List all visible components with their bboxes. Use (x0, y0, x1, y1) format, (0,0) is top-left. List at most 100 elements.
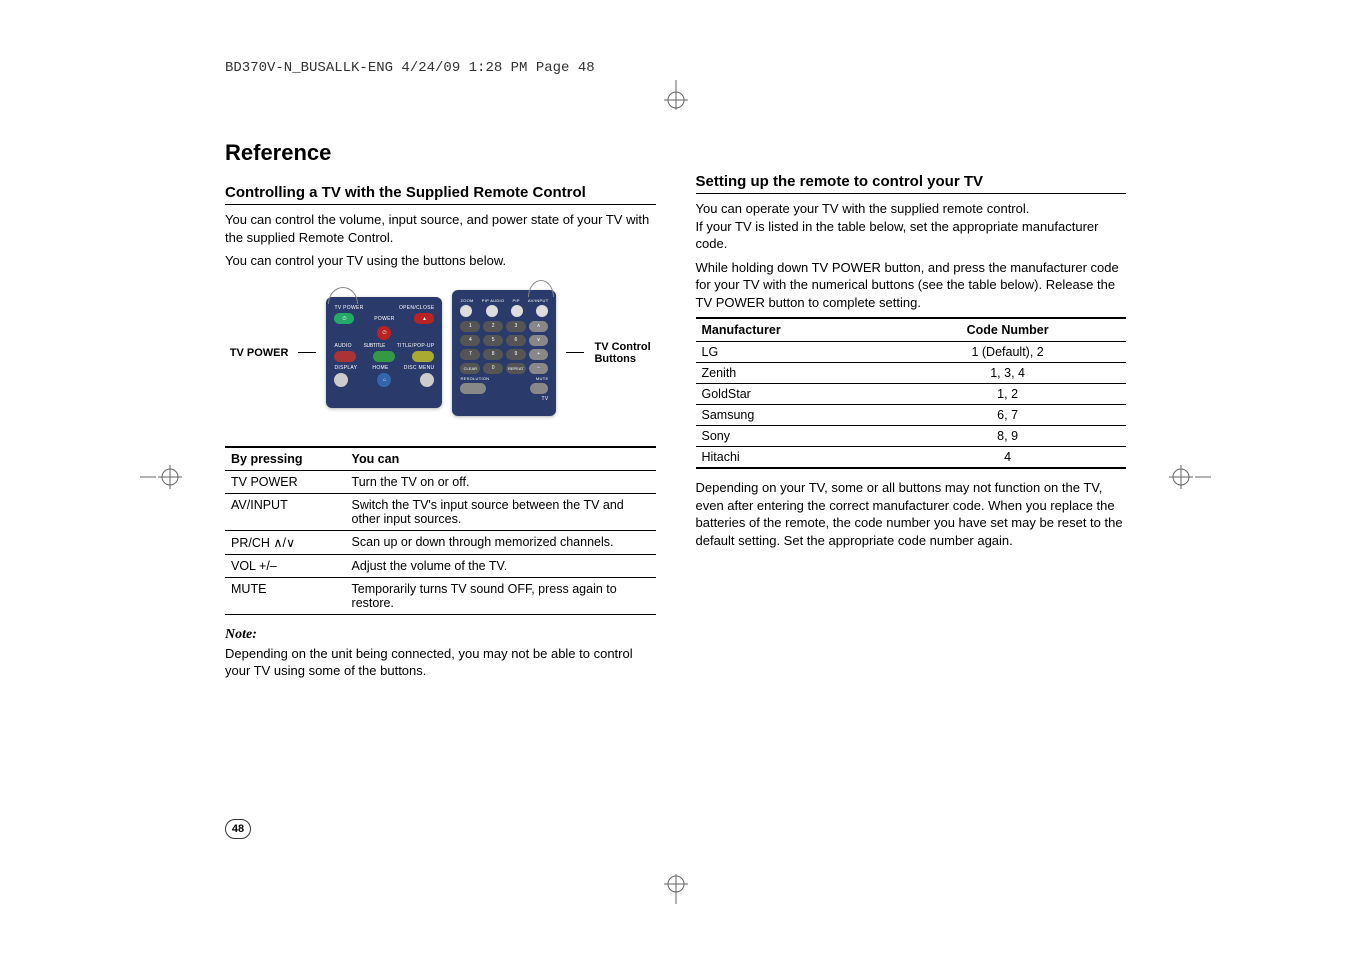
code-header-num: Code Number (889, 318, 1126, 342)
num-6-icon: 6 (506, 335, 526, 346)
avinput-btn-icon (536, 305, 548, 317)
functions-header-1: By pressing (225, 447, 346, 471)
code-row: Sony8, 9 (696, 426, 1127, 447)
code-cell: 1, 3, 4 (889, 363, 1126, 384)
num-3-icon: 3 (506, 321, 526, 332)
code-header-mfr: Manufacturer (696, 318, 890, 342)
open-close-button-icon: ▲ (414, 313, 434, 324)
page-number: 48 (225, 819, 251, 839)
highlight-arc-right (528, 280, 554, 297)
func-row: TV POWERTurn the TV on or off. (225, 470, 656, 493)
intro-paragraph-1: You can control the volume, input source… (225, 211, 656, 246)
highlight-arc-left (328, 287, 358, 304)
code-cell: 4 (889, 447, 1126, 469)
func-cell: Adjust the volume of the TV. (346, 554, 656, 577)
r1-subtitle: SUBTITLE (364, 343, 386, 349)
mute-btn-icon (530, 383, 548, 394)
r2-mute: MUTE (536, 376, 549, 381)
r2-resolution: RESOLUTION (460, 376, 489, 381)
func-cell: Temporarily turns TV sound OFF, press ag… (346, 577, 656, 614)
code-cell: LG (696, 342, 890, 363)
func-row: AV/INPUTSwitch the TV's input source bet… (225, 493, 656, 530)
home-btn-icon: ⌂ (377, 373, 391, 387)
tv-control-line1: TV Control (594, 341, 650, 353)
code-row: Samsung6, 7 (696, 405, 1127, 426)
code-cell: 8, 9 (889, 426, 1126, 447)
connector-line-right (566, 352, 584, 353)
func-cell: TV POWER (225, 470, 346, 493)
func-cell: PR/CH ∧/∨ (225, 530, 346, 554)
clear-btn-icon: CLEAR (460, 363, 480, 374)
code-row: GoldStar1, 2 (696, 384, 1127, 405)
left-column: Reference Controlling a TV with the Supp… (225, 140, 656, 686)
resolution-btn-icon (460, 383, 486, 394)
r1-titlepopup: TITLE/POP-UP (397, 343, 435, 349)
code-cell: GoldStar (696, 384, 890, 405)
r2-pipaudio: PIP AUDIO (482, 298, 505, 303)
r2-pip: PIP (512, 298, 519, 303)
note-text: Depending on the unit being connected, y… (225, 645, 656, 680)
registration-mark-bottom (656, 874, 696, 904)
func-cell: Turn the TV on or off. (346, 470, 656, 493)
connector-line-left (298, 352, 316, 353)
subtitle-btn-icon (373, 351, 395, 362)
code-row: LG1 (Default), 2 (696, 342, 1127, 363)
code-cell: Hitachi (696, 447, 890, 469)
registration-mark-right (1161, 462, 1211, 492)
num-7-icon: 7 (460, 349, 480, 360)
right-p1: You can operate your TV with the supplie… (696, 200, 1127, 218)
r2-avinput: AV/INPUT (528, 298, 549, 303)
remote-segment-1: TV POWEROPEN/CLOSE ⏻ POWER ▲ ⏻ AUDIOSUBT… (326, 297, 442, 408)
audio-btn-icon (334, 351, 356, 362)
func-row: PR/CH ∧/∨Scan up or down through memoriz… (225, 530, 656, 554)
right-p2: If your TV is listed in the table below,… (696, 218, 1127, 253)
code-cell: Samsung (696, 405, 890, 426)
section-heading-left: Controlling a TV with the Supplied Remot… (225, 184, 656, 205)
diagram-label-tv-control: TV Control Buttons (594, 341, 650, 365)
r2-zoom: ZOOM (460, 298, 473, 303)
func-cell: Scan up or down through memorized channe… (346, 530, 656, 554)
code-row: Hitachi4 (696, 447, 1127, 469)
note-label: Note: (225, 627, 656, 643)
page-content: Reference Controlling a TV with the Supp… (225, 140, 1126, 686)
num-8-icon: 8 (483, 349, 503, 360)
registration-mark-top (656, 80, 696, 110)
tv-power-button-icon: ⏻ (334, 313, 354, 324)
func-cell: VOL +/– (225, 554, 346, 577)
discmenu-btn-icon (420, 373, 434, 387)
num-0-icon: 0 (483, 363, 503, 374)
func-row: MUTETemporarily turns TV sound OFF, pres… (225, 577, 656, 614)
intro-paragraph-2: You can control your TV using the button… (225, 252, 656, 270)
page-title: Reference (225, 140, 656, 166)
r1-audio: AUDIO (334, 343, 351, 349)
r1-discmenu: DISC MENU (404, 365, 435, 371)
r1-tvpower: TV POWER (334, 305, 363, 311)
title-btn-icon (412, 351, 434, 362)
zoom-btn-icon (460, 305, 472, 317)
prch-dn-icon: ∨ (529, 335, 549, 346)
power-button-icon: ⏻ (377, 326, 391, 340)
num-4-icon: 4 (460, 335, 480, 346)
remote-diagram: TV POWER TV POWEROPEN/CLOSE ⏻ POWER ▲ ⏻ … (225, 290, 656, 416)
display-btn-icon (334, 373, 348, 387)
num-9-icon: 9 (506, 349, 526, 360)
code-cell: 1 (Default), 2 (889, 342, 1126, 363)
right-p4: Depending on your TV, some or all button… (696, 479, 1127, 549)
diagram-label-tv-power: TV POWER (230, 347, 289, 359)
r1-home: HOME (372, 365, 388, 371)
code-cell: Sony (696, 426, 890, 447)
num-2-icon: 2 (483, 321, 503, 332)
code-cell: Zenith (696, 363, 890, 384)
code-cell: 1, 2 (889, 384, 1126, 405)
func-cell: AV/INPUT (225, 493, 346, 530)
num-1-icon: 1 (460, 321, 480, 332)
code-table: Manufacturer Code Number LG1 (Default), … (696, 317, 1127, 469)
r2-tv-label: TV (460, 396, 548, 402)
functions-header-row: By pressing You can (225, 447, 656, 471)
vol-up-icon: + (529, 349, 549, 360)
repeat-btn-icon: REPEAT (506, 363, 526, 374)
right-p3: While holding down TV POWER button, and … (696, 259, 1127, 312)
func-row: VOL +/–Adjust the volume of the TV. (225, 554, 656, 577)
registration-mark-left (140, 462, 190, 492)
functions-header-2: You can (346, 447, 656, 471)
